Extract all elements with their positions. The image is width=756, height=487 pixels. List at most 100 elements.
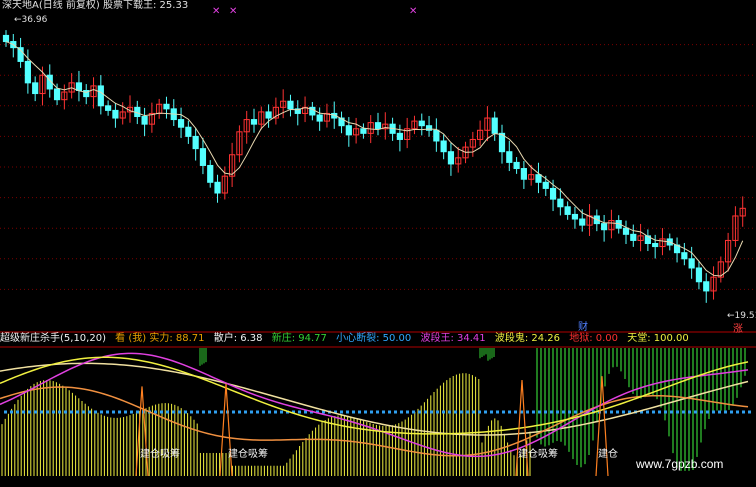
caution-dot	[16, 410, 19, 414]
candle-body	[2, 34, 10, 43]
caution-dot	[64, 410, 67, 414]
caution-dot	[202, 410, 205, 414]
candle-body	[250, 119, 258, 125]
caution-dot	[196, 410, 199, 414]
rise-marker: 涨	[733, 324, 743, 335]
caution-dot	[724, 410, 727, 414]
candle-body	[163, 103, 170, 110]
candle-body	[681, 252, 688, 260]
candle-body	[652, 243, 659, 248]
caution-dot	[274, 410, 277, 414]
caution-dot	[484, 410, 487, 414]
caution-dot	[544, 410, 547, 414]
candle-body	[53, 88, 61, 101]
caution-dot	[238, 410, 241, 414]
legend-strength: 看 (我) 实力: 88.71	[115, 333, 205, 344]
chart-title: 深天地A(日线 前复权) 股票下载王: 25.33	[2, 0, 189, 11]
caution-dot	[52, 410, 55, 414]
caution-dot	[214, 410, 217, 414]
caution-dot	[412, 410, 415, 414]
candle-body	[542, 181, 549, 189]
caution-dot	[490, 410, 493, 414]
caution-dot	[256, 410, 259, 414]
caution-dot	[460, 410, 463, 414]
caution-dot	[250, 410, 253, 414]
caution-dot	[418, 410, 421, 414]
candle-body	[345, 125, 352, 136]
caution-dot	[442, 410, 445, 414]
caution-dot	[100, 410, 103, 414]
signal-spike	[595, 376, 609, 477]
candle-body	[32, 82, 39, 95]
candle-body	[141, 116, 148, 125]
caution-dot	[220, 410, 223, 414]
caution-dot	[430, 410, 433, 414]
caution-dot	[4, 410, 7, 414]
caution-dot	[70, 410, 73, 414]
indicator-legend: 超级新庄杀手(5,10,20) 看 (我) 实力: 88.71 散户: 6.38…	[0, 334, 695, 346]
candle-body	[549, 187, 557, 200]
indicator-name[interactable]: 超级新庄杀手(5,10,20)	[0, 333, 106, 344]
caution-dot	[178, 410, 181, 414]
candle-body	[360, 128, 367, 134]
caution-dot	[688, 410, 691, 414]
caution-dot	[514, 410, 517, 414]
candle-body	[75, 82, 83, 91]
caution-dot	[466, 410, 469, 414]
caution-dot	[40, 410, 43, 414]
candle-body	[316, 114, 323, 122]
caution-dot	[172, 410, 175, 414]
candle-body	[520, 168, 527, 180]
caution-dot	[370, 410, 373, 414]
caution-dot	[88, 410, 91, 414]
caution-dot	[340, 410, 343, 414]
caution-dot	[670, 410, 673, 414]
candle-body	[185, 126, 192, 137]
caution-dot	[46, 410, 49, 414]
legend-caution-break: 小心断裂: 50.00	[336, 333, 412, 344]
caution-dot	[280, 410, 283, 414]
caution-dot	[508, 410, 511, 414]
signal-label: 建仓吸筹	[140, 449, 180, 460]
candle-body	[703, 281, 710, 292]
legend-heaven: 天堂: 100.00	[627, 333, 689, 344]
caution-dot	[436, 410, 439, 414]
caution-dot	[268, 410, 271, 414]
finance-marker: 财	[578, 322, 588, 333]
high-price-value: 36.96	[21, 15, 48, 25]
high-price-label: ←36.96	[14, 15, 48, 25]
caution-dot	[706, 410, 709, 414]
magenta-curve	[0, 352, 749, 458]
candle-body	[440, 140, 447, 153]
caution-dot	[76, 410, 79, 414]
caution-dot	[358, 410, 361, 414]
caution-dot	[622, 410, 625, 414]
candle-body	[207, 164, 214, 183]
caution-dot	[532, 410, 535, 414]
candle-body	[513, 161, 520, 170]
caution-dot	[118, 410, 121, 414]
star-marker: ✕	[409, 6, 418, 17]
caution-dot	[736, 410, 739, 414]
caution-dot	[562, 410, 565, 414]
orange-curve	[0, 386, 749, 457]
caution-dot	[472, 410, 475, 414]
candle-body	[601, 223, 608, 231]
stock-chart[interactable]	[0, 0, 756, 487]
candle-body	[396, 132, 403, 140]
caution-dot	[154, 410, 157, 414]
candle-body	[630, 233, 637, 241]
caution-dot	[502, 410, 505, 414]
star-marker: ✕	[212, 6, 221, 17]
candle-body	[506, 151, 513, 163]
legend-new-dealer: 新庄: 94.77	[271, 333, 327, 344]
legend-hell: 地狱: 0.00	[569, 333, 619, 344]
caution-dot	[34, 410, 37, 414]
signal-label: 建仓	[598, 449, 618, 460]
candle-body	[214, 181, 221, 194]
signal-label: 建仓吸筹	[228, 449, 268, 460]
candle-body	[199, 148, 207, 166]
caution-dot	[616, 410, 619, 414]
caution-dot	[388, 410, 391, 414]
candle-body	[579, 218, 586, 226]
